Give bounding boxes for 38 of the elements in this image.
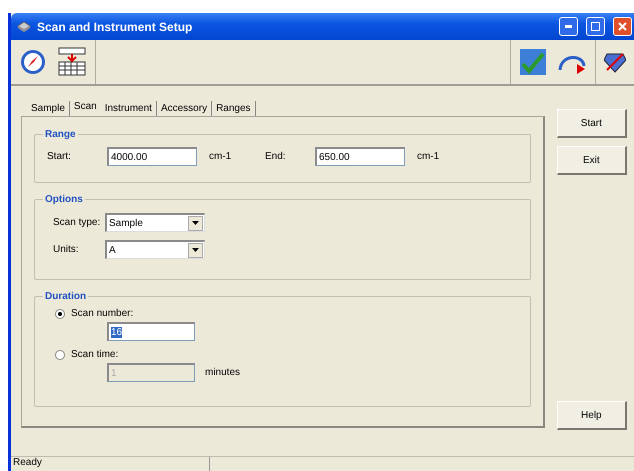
compass-icon[interactable] xyxy=(19,48,47,76)
check-icon[interactable] xyxy=(519,48,547,76)
number-field[interactable]: 650.00 xyxy=(315,147,405,166)
radio-button[interactable] xyxy=(55,308,65,318)
radio-label: Scan number: xyxy=(71,308,134,319)
field-label: End: xyxy=(265,151,287,162)
number-field[interactable]: 4000.00 xyxy=(107,147,197,166)
field-label: Units: xyxy=(53,244,80,255)
close-icon xyxy=(618,22,627,31)
tab[interactable]: Instrument xyxy=(100,101,157,116)
table-insert-icon[interactable] xyxy=(57,47,87,77)
minimize-icon xyxy=(565,25,572,28)
maximize-button[interactable] xyxy=(586,17,605,36)
help-button[interactable]: Help xyxy=(556,401,627,430)
dropdown-arrow-icon xyxy=(192,221,199,225)
window-title: Scan and Instrument Setup xyxy=(37,20,194,34)
dialog-button[interactable]: Exit xyxy=(556,146,627,175)
group-title: Duration xyxy=(44,291,88,302)
unit-label: cm-1 xyxy=(209,151,232,162)
status-text: Ready xyxy=(11,457,210,471)
dialog-button[interactable]: Start xyxy=(556,109,627,138)
unit-label: cm-1 xyxy=(417,151,440,162)
number-field[interactable]: 16 xyxy=(107,322,195,341)
field-label: Start: xyxy=(47,151,72,162)
close-button[interactable] xyxy=(613,17,632,36)
dropdown-arrow-icon xyxy=(192,248,199,252)
dropdown[interactable]: A xyxy=(105,240,205,259)
group-title: Range xyxy=(44,129,77,140)
group-title: Options xyxy=(44,194,84,205)
maximize-icon xyxy=(591,22,600,31)
app-icon xyxy=(17,20,31,32)
dropdown[interactable]: Sample xyxy=(105,213,205,232)
tab[interactable]: Ranges xyxy=(212,101,256,116)
minimize-button[interactable] xyxy=(559,17,578,36)
radio-label: Scan time: xyxy=(71,349,118,360)
field-label: Scan type: xyxy=(53,217,102,228)
tab[interactable]: Accessory xyxy=(156,101,212,116)
unit-label: minutes xyxy=(205,367,240,378)
